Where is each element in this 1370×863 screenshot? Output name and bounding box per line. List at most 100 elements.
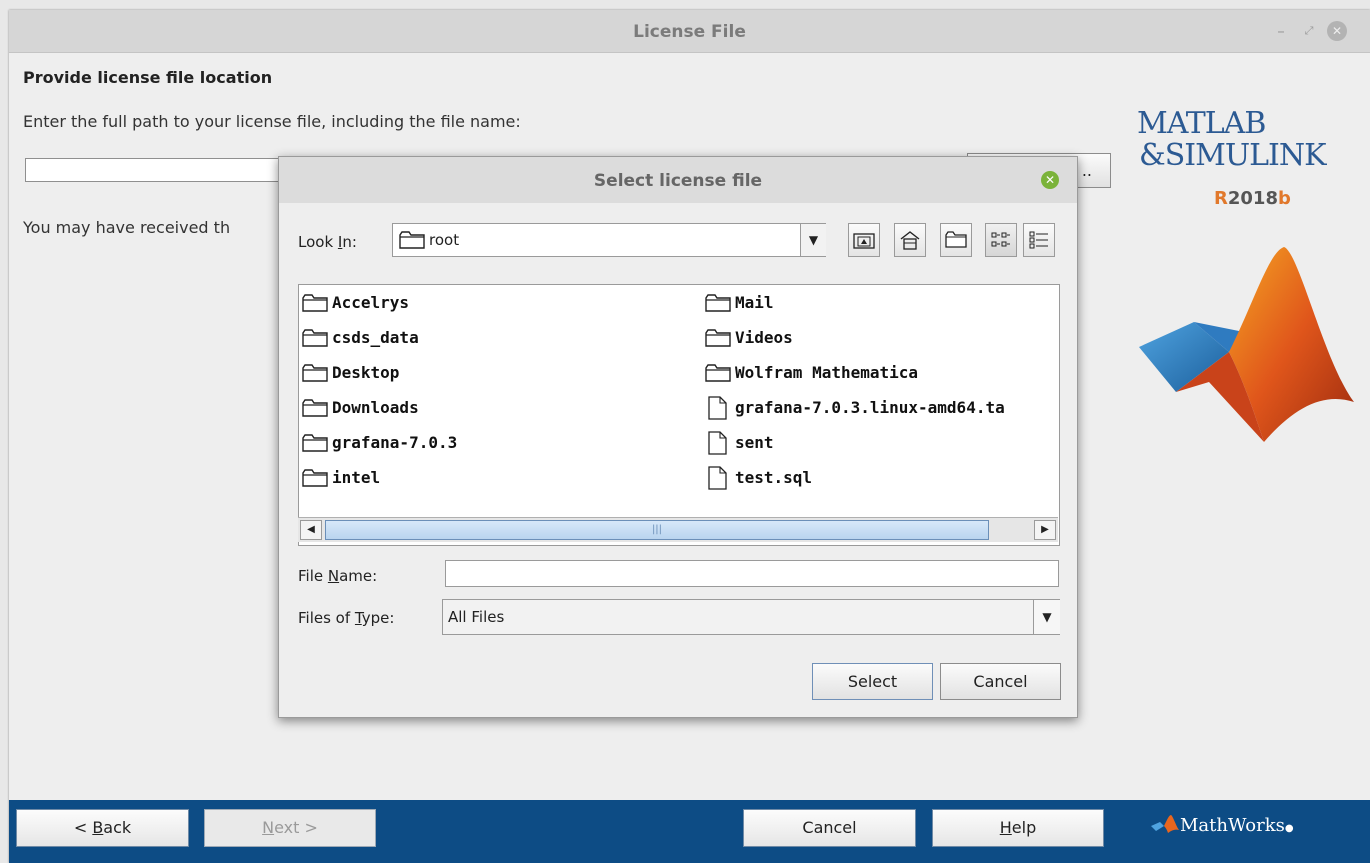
details-view-icon <box>1029 231 1048 249</box>
help-mnemonic: H <box>999 818 1012 837</box>
folder-icon <box>302 398 328 417</box>
file-item-name: csds_data <box>332 328 419 347</box>
folder-icon <box>705 293 731 312</box>
file-name-rest: ame: <box>339 567 378 585</box>
file-item-name: Desktop <box>332 363 400 382</box>
file-item-name: Videos <box>735 328 793 347</box>
file-list-item[interactable]: Videos <box>705 320 1057 355</box>
files-of-type-value: All Files <box>448 608 505 626</box>
home-icon <box>900 231 920 250</box>
matlab-logo-text: MATLAB <box>1137 106 1266 141</box>
new-folder-button[interactable] <box>940 223 972 257</box>
file-list-item[interactable]: sent <box>705 425 1057 460</box>
next-button[interactable]: Next > <box>204 809 376 847</box>
look-in-value: root <box>429 231 460 249</box>
back-prefix: < <box>73 818 93 837</box>
back-button[interactable]: < Back <box>16 809 189 847</box>
file-list-item[interactable]: Desktop <box>302 355 457 390</box>
back-mnemonic: B <box>92 818 104 837</box>
files-of-type-dropdown[interactable]: All Files ▼ <box>442 599 1060 635</box>
file-list-item[interactable]: Mail <box>705 285 1057 320</box>
release-suffix: b <box>1277 188 1291 209</box>
folder-icon <box>302 468 328 487</box>
files-of-type-label: Files of Type: <box>298 609 394 627</box>
release-year: 2018 <box>1227 188 1278 209</box>
file-list-item[interactable]: intel <box>302 460 457 495</box>
file-list-item[interactable]: grafana-7.0.3 <box>302 425 457 460</box>
scroll-left-icon[interactable]: ◀ <box>300 520 322 540</box>
file-icon <box>708 465 727 490</box>
minimize-icon[interactable]: – <box>1271 21 1291 41</box>
folder-icon <box>399 231 425 249</box>
folder-icon <box>705 328 731 347</box>
dialog-title: Select license file <box>593 171 763 191</box>
file-name-label: File Name: <box>298 567 377 585</box>
details-view-button[interactable] <box>1023 223 1055 257</box>
file-list-item[interactable]: Wolfram Mathematica <box>705 355 1057 390</box>
next-label-rest: ext > <box>274 818 318 837</box>
file-list-item[interactable]: grafana-7.0.3.linux-amd64.ta <box>705 390 1057 425</box>
window-title: License File <box>633 22 746 42</box>
file-item-name: intel <box>332 468 381 487</box>
dialog-titlebar[interactable]: Select license file ✕ <box>279 157 1077 203</box>
dialog-cancel-button[interactable]: Cancel <box>940 663 1061 700</box>
file-list-item[interactable]: Downloads <box>302 390 457 425</box>
file-item-name: Wolfram Mathematica <box>735 363 919 382</box>
help-button[interactable]: Help <box>932 809 1104 847</box>
file-list-item[interactable]: csds_data <box>302 320 457 355</box>
horizontal-scrollbar[interactable]: ◀ ||| ▶ <box>298 517 1058 542</box>
folder-icon <box>302 328 328 347</box>
file-name-input[interactable] <box>445 560 1059 587</box>
section-heading: Provide license file location <box>23 68 273 87</box>
look-in-label: Look In: <box>298 233 357 251</box>
file-list[interactable]: Accelrys csds_data Desktop Downloads grafana… <box>298 284 1060 546</box>
folder-icon <box>302 363 328 382</box>
file-list-item[interactable]: test.sql <box>705 460 1057 495</box>
home-button[interactable] <box>894 223 926 257</box>
chevron-down-icon[interactable]: ▼ <box>800 224 826 256</box>
file-name-mnemonic: N <box>327 567 340 585</box>
file-item-name: sent <box>735 433 774 452</box>
file-list-column-1: Accelrys csds_data Desktop Downloads grafana… <box>302 285 457 495</box>
window-titlebar[interactable]: License File – ⤢ ✕ <box>9 10 1370 53</box>
list-view-button[interactable] <box>985 223 1017 257</box>
files-of-type-rest: ype: <box>361 609 395 627</box>
file-list-item[interactable]: Accelrys <box>302 285 457 320</box>
help-label-rest: elp <box>1011 818 1037 837</box>
trademark-dot: ● <box>1284 823 1294 834</box>
file-list-column-2: Mail Videos Wolfram Mathematica grafana-7.0… <box>705 285 1057 495</box>
scroll-right-icon[interactable]: ▶ <box>1034 520 1056 540</box>
files-of-type-mnemonic: T <box>354 609 362 627</box>
new-folder-icon <box>945 231 967 248</box>
look-in-dropdown[interactable]: root ▼ <box>392 223 826 257</box>
note-text: You may have received th <box>23 218 231 237</box>
up-one-level-button[interactable] <box>848 223 880 257</box>
folder-icon <box>302 293 328 312</box>
select-license-file-dialog: Select license file ✕ Look In: root ▼ Ac… <box>278 156 1078 718</box>
select-button[interactable]: Select <box>812 663 933 700</box>
file-item-name: test.sql <box>735 468 813 487</box>
file-item-name: grafana-7.0.3 <box>332 433 458 452</box>
list-view-icon <box>991 232 1010 247</box>
next-mnemonic: N <box>262 818 275 837</box>
release-prefix: R <box>1214 188 1228 209</box>
file-item-name: Mail <box>735 293 774 312</box>
cancel-button[interactable]: Cancel <box>743 809 916 847</box>
chevron-down-icon[interactable]: ▼ <box>1033 600 1060 634</box>
instruction-text: Enter the full path to your license file… <box>23 112 521 131</box>
file-item-name: Downloads <box>332 398 419 417</box>
release-label: R2018b <box>1214 188 1291 209</box>
close-icon[interactable]: ✕ <box>1327 21 1347 41</box>
restore-icon[interactable]: ⤢ <box>1299 21 1319 41</box>
mathworks-membrane-icon <box>1151 815 1179 833</box>
up-folder-icon <box>853 233 875 249</box>
file-icon <box>708 395 727 420</box>
file-name-prefix: File <box>298 567 328 585</box>
scroll-thumb[interactable]: ||| <box>325 520 989 540</box>
file-item-name: Accelrys <box>332 293 410 312</box>
dialog-close-icon[interactable]: ✕ <box>1041 171 1059 189</box>
back-label-rest: ack <box>103 818 132 837</box>
folder-icon <box>705 363 731 382</box>
matlab-membrane-icon <box>1139 247 1354 442</box>
folder-icon <box>302 433 328 452</box>
